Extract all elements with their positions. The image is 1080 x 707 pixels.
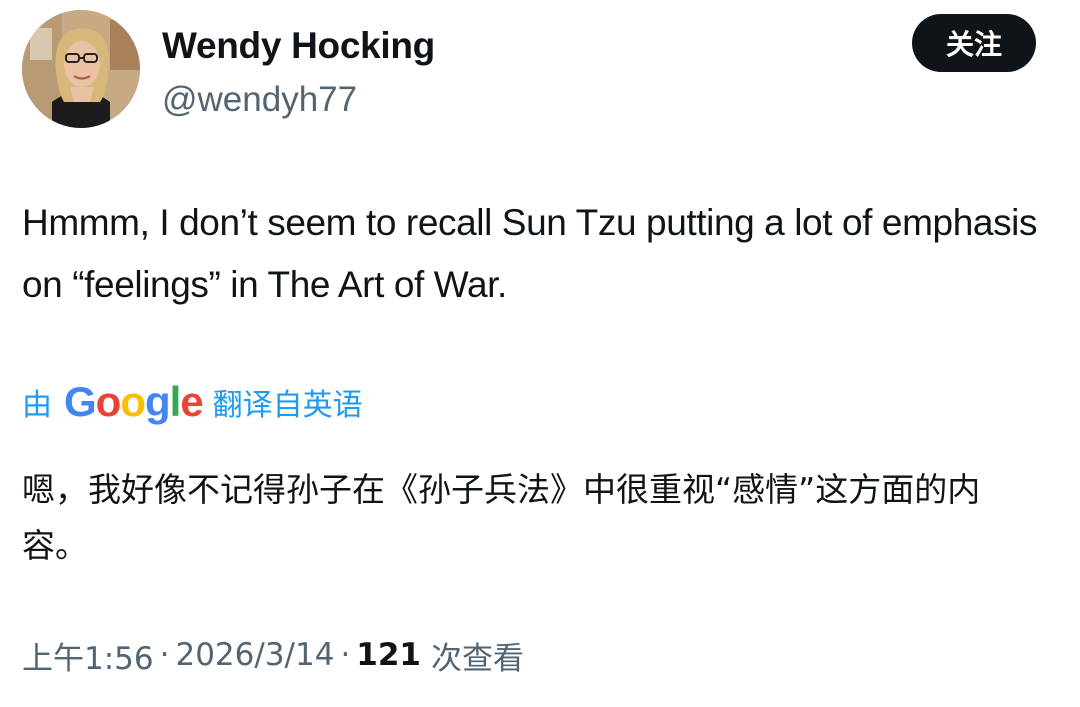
follow-button[interactable]: 关注 (912, 14, 1036, 72)
meta-separator: · (340, 637, 351, 673)
author-display-name[interactable]: Wendy Hocking (162, 24, 435, 68)
meta-separator: · (159, 637, 170, 673)
author-handle[interactable]: @wendyh77 (162, 78, 435, 122)
avatar-image (22, 10, 140, 128)
translate-link[interactable]: 由 Google 翻译自英语 (22, 378, 363, 426)
translate-suffix: 翻译自英语 (212, 388, 363, 423)
translated-text: 嗯，我好像不记得孙子在《孙子兵法》中很重视“感情”这方面的内容。 (22, 470, 981, 565)
translate-prefix: 由 (22, 388, 52, 423)
view-count[interactable]: 121 (356, 637, 421, 673)
avatar[interactable] (22, 10, 140, 128)
tweet-date[interactable]: 2026/3/14 (175, 637, 334, 673)
view-label: 次查看 (431, 640, 525, 677)
tweet-header: Wendy Hocking @wendyh77 关注 (22, 10, 1038, 128)
tweet-time[interactable]: 上午1:56 (22, 633, 154, 678)
google-logo: Google (64, 378, 204, 425)
author-info: Wendy Hocking @wendyh77 (162, 24, 435, 122)
tweet-meta: 上午1:56 · 2026/3/14 · 121 次查看 (22, 630, 524, 680)
tweet-text: Hmmm, I don’t seem to recall Sun Tzu put… (22, 202, 1038, 305)
